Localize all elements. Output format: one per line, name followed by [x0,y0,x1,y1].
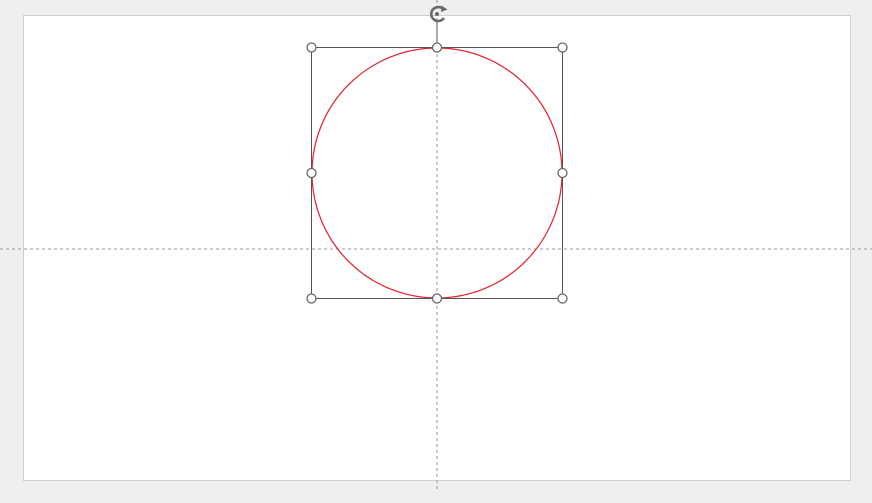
handle-bottom-center[interactable] [431,293,443,304]
handle-top-center[interactable] [431,42,443,53]
selection-overlay [0,0,872,490]
handle-bottom-left[interactable] [306,293,317,304]
handle-bottom-right[interactable] [557,293,568,304]
rotate-handle-icon[interactable] [430,5,448,23]
handle-middle-right[interactable] [557,167,568,179]
handle-middle-left[interactable] [306,167,317,179]
editor-workspace[interactable] [0,0,872,503]
handle-top-right[interactable] [557,42,568,53]
handle-top-left[interactable] [306,42,317,53]
